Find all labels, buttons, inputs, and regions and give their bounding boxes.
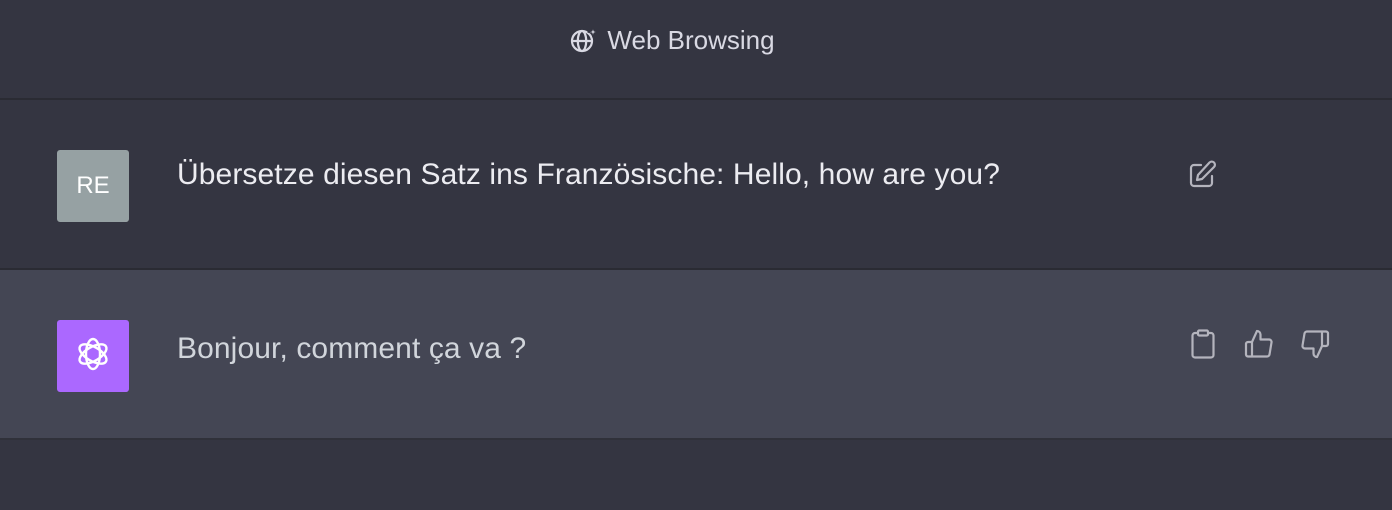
model-indicator: Web Browsing (569, 24, 775, 56)
thumbs-down-button[interactable] (1297, 326, 1333, 362)
thumbs-down-icon (1299, 328, 1331, 360)
edit-icon (1186, 159, 1218, 191)
thumbs-up-icon (1243, 328, 1275, 360)
user-message-text: Übersetze diesen Satz ins Französische: … (177, 158, 1000, 191)
openai-logo-icon (72, 333, 114, 380)
copy-button[interactable] (1185, 326, 1221, 362)
model-title: Web Browsing (607, 24, 775, 55)
assistant-message-text: Bonjour, comment ça va ? (177, 332, 527, 365)
chat-page: Web Browsing RE Übersetze diesen Satz in… (0, 0, 1392, 510)
edit-message-button[interactable] (1184, 157, 1220, 193)
user-avatar: RE (57, 150, 129, 222)
user-message-row: RE Übersetze diesen Satz ins Französisch… (0, 100, 1392, 270)
assistant-message-row: Bonjour, comment ça va ? (0, 270, 1392, 440)
chat-header: Web Browsing (0, 0, 1392, 100)
thumbs-up-button[interactable] (1241, 326, 1277, 362)
globe-sparkle-icon (569, 25, 600, 55)
clipboard-icon (1188, 328, 1218, 360)
assistant-avatar (57, 320, 129, 392)
